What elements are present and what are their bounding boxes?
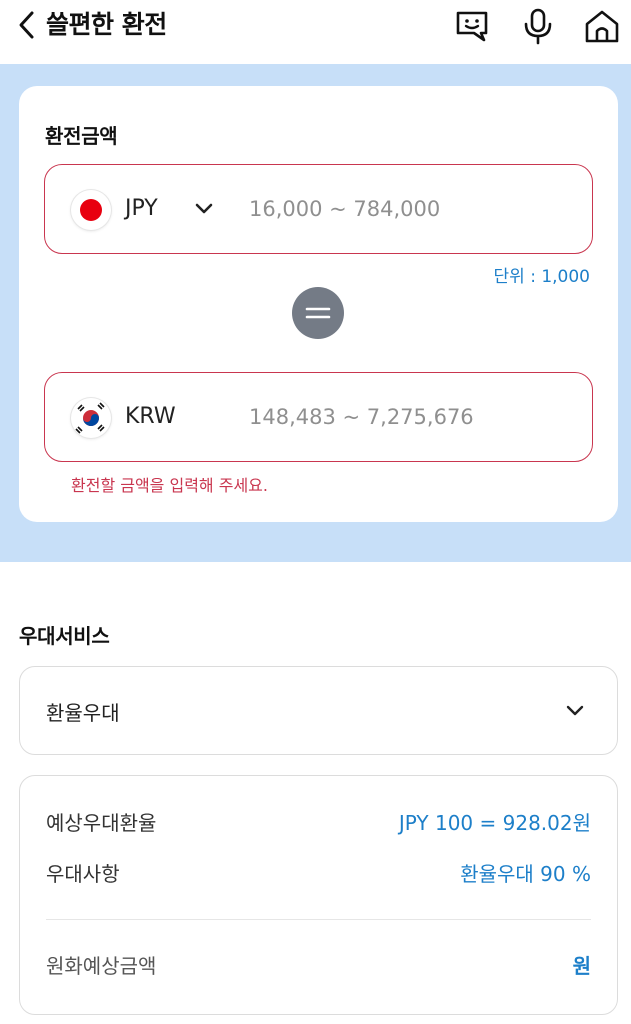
benefit-detail-label: 우대사항 [46,862,120,886]
error-message: 환전할 금액을 입력해 주세요. [71,476,268,495]
to-currency-code: KRW [125,404,176,429]
equal-sign-icon [292,287,344,339]
chevron-down-icon [195,203,213,214]
expected-rate-value: JPY 100 = 928.02원 [398,811,591,835]
back-chevron-icon [19,11,34,39]
benefit-info-box: 예상우대환율 JPY 100 = 928.02원 우대사항 환율우대 90 % … [19,775,618,1015]
benefit-select-value: 환율우대 [46,701,120,725]
chatbot-face-icon [456,11,488,42]
back-button[interactable] [14,8,40,42]
exchange-section: 환전금액 JPY 단위 : 1,000 [0,64,631,562]
microphone-icon [524,8,552,45]
chatbot-button[interactable] [452,6,492,46]
expected-rate-label: 예상우대환율 [46,811,157,835]
exchange-card: 환전금액 JPY 단위 : 1,000 [19,86,618,522]
home-icon [585,10,619,43]
benefit-select[interactable]: 환율우대 [19,666,618,755]
exchange-amount-title: 환전금액 [45,124,118,148]
chevron-down-icon [563,699,587,723]
info-row-krw-estimate: 원화예상금액 원 [46,951,591,981]
from-currency-code[interactable]: JPY [125,195,158,223]
from-amount-input[interactable] [249,191,569,227]
krw-estimate-value: 원 [572,954,591,978]
currency-dropdown-button[interactable] [193,198,215,220]
krw-estimate-label: 원화예상금액 [46,954,157,978]
page-title: 쓸편한 환전 [46,10,167,39]
to-amount-box: KRW [44,372,593,462]
voice-search-button[interactable] [518,6,558,46]
korea-flag-icon [71,398,111,438]
japan-flag-icon [71,190,111,230]
divider [46,919,591,920]
from-amount-box: JPY [44,164,593,254]
home-button[interactable] [582,6,622,46]
to-amount-input[interactable] [249,399,579,435]
unit-note: 단위 : 1,000 [493,267,590,287]
benefit-section-title: 우대서비스 [19,624,110,648]
info-row-benefit: 우대사항 환율우대 90 % [46,859,591,889]
app-header: 쓸편한 환전 [0,0,631,64]
info-row-rate: 예상우대환율 JPY 100 = 928.02원 [46,808,591,838]
benefit-detail-value: 환율우대 90 % [460,862,591,886]
